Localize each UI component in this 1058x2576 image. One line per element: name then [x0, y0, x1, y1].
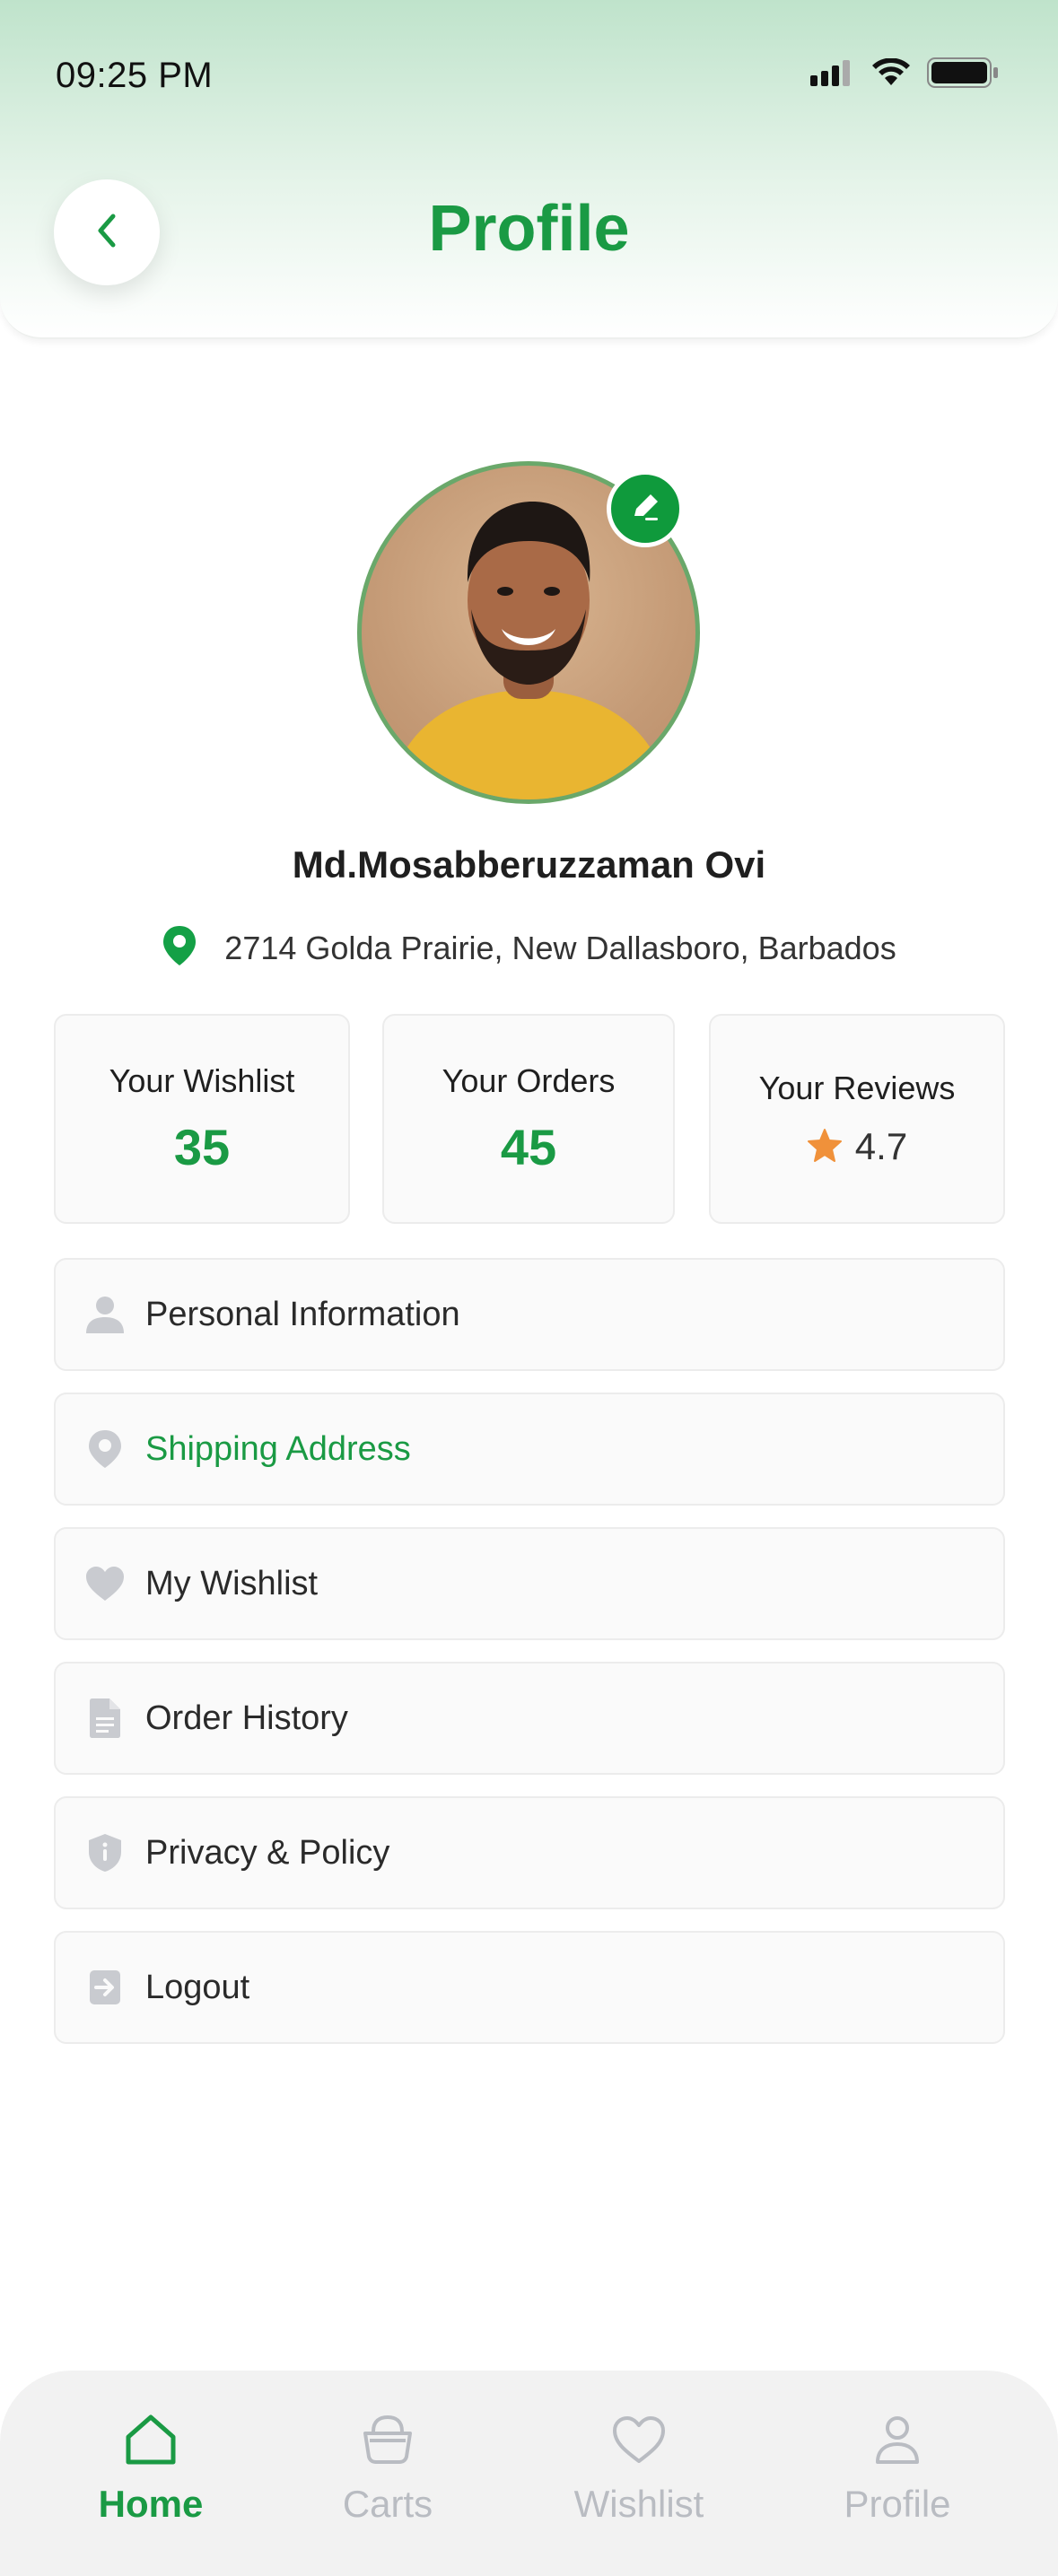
address-row: 2714 Golda Prairie, New Dallasboro, Barb… [0, 924, 1058, 972]
wifi-icon [871, 57, 911, 92]
edit-avatar-button[interactable] [607, 470, 684, 547]
rating-value: 4.7 [854, 1125, 908, 1167]
stat-value: 35 [173, 1118, 231, 1175]
nav-label: Wishlist [573, 2483, 704, 2525]
nav-label: Profile [844, 2483, 951, 2525]
logout-icon [84, 1967, 126, 2008]
signal-icon [810, 59, 855, 91]
menu-privacy-policy[interactable]: Privacy & Policy [54, 1796, 1005, 1909]
menu-label: Order History [145, 1698, 348, 1737]
stat-value: 45 [500, 1118, 557, 1175]
menu-label: My Wishlist [145, 1564, 319, 1602]
location-pin-icon [162, 924, 197, 972]
menu-my-wishlist[interactable]: My Wishlist [54, 1527, 1005, 1640]
stats-row: Your Wishlist 35 Your Orders 45 Your Rev… [54, 1014, 1005, 1224]
nav-label: Carts [342, 2483, 433, 2525]
user-outline-icon [874, 2414, 921, 2470]
menu-shipping-address[interactable]: Shipping Address [54, 1393, 1005, 1506]
user-name: Md.Mosabberuzzaman Ovi [292, 843, 766, 886]
menu-label: Shipping Address [145, 1429, 411, 1468]
shield-icon [84, 1832, 126, 1873]
location-pin-icon [84, 1428, 126, 1470]
heart-icon [84, 1563, 126, 1604]
address-text: 2714 Golda Prairie, New Dallasboro, Barb… [224, 929, 896, 966]
nav-wishlist[interactable]: Wishlist [549, 2414, 729, 2526]
status-time: 09:25 PM [56, 56, 214, 95]
stat-label: Your Reviews [758, 1070, 956, 1106]
menu-label: Privacy & Policy [145, 1833, 390, 1872]
page-title: Profile [428, 193, 630, 265]
stat-label: Your Orders [442, 1061, 616, 1099]
stat-label: Your Wishlist [109, 1061, 295, 1099]
rating-row: 4.7 [807, 1125, 907, 1168]
heart-outline-icon [611, 2414, 667, 2470]
document-icon [84, 1698, 126, 1739]
stat-card-wishlist[interactable]: Your Wishlist 35 [54, 1014, 350, 1224]
home-icon [124, 2414, 178, 2470]
nav-carts[interactable]: Carts [298, 2414, 477, 2526]
menu-label: Logout [145, 1968, 250, 2006]
user-icon [84, 1294, 126, 1335]
star-icon [807, 1127, 843, 1167]
basket-icon [362, 2414, 414, 2470]
stat-card-orders[interactable]: Your Orders 45 [382, 1014, 675, 1224]
header: 09:25 PM Profile [0, 0, 1058, 339]
pencil-icon [627, 489, 663, 529]
menu-personal-information[interactable]: Personal Information [54, 1258, 1005, 1371]
menu-logout[interactable]: Logout [54, 1931, 1005, 2044]
nav-label: Home [98, 2483, 204, 2525]
nav-profile[interactable]: Profile [808, 2414, 987, 2526]
menu-order-history[interactable]: Order History [54, 1662, 1005, 1775]
avatar-wrap [357, 461, 700, 804]
stat-card-reviews[interactable]: Your Reviews 4.7 [709, 1014, 1005, 1224]
menu-label: Personal Information [145, 1295, 460, 1333]
bottom-nav: Home Carts Wishlist Profile [0, 2371, 1058, 2576]
battery-icon [927, 57, 999, 92]
nav-home[interactable]: Home [61, 2414, 240, 2526]
status-icons [810, 57, 999, 92]
